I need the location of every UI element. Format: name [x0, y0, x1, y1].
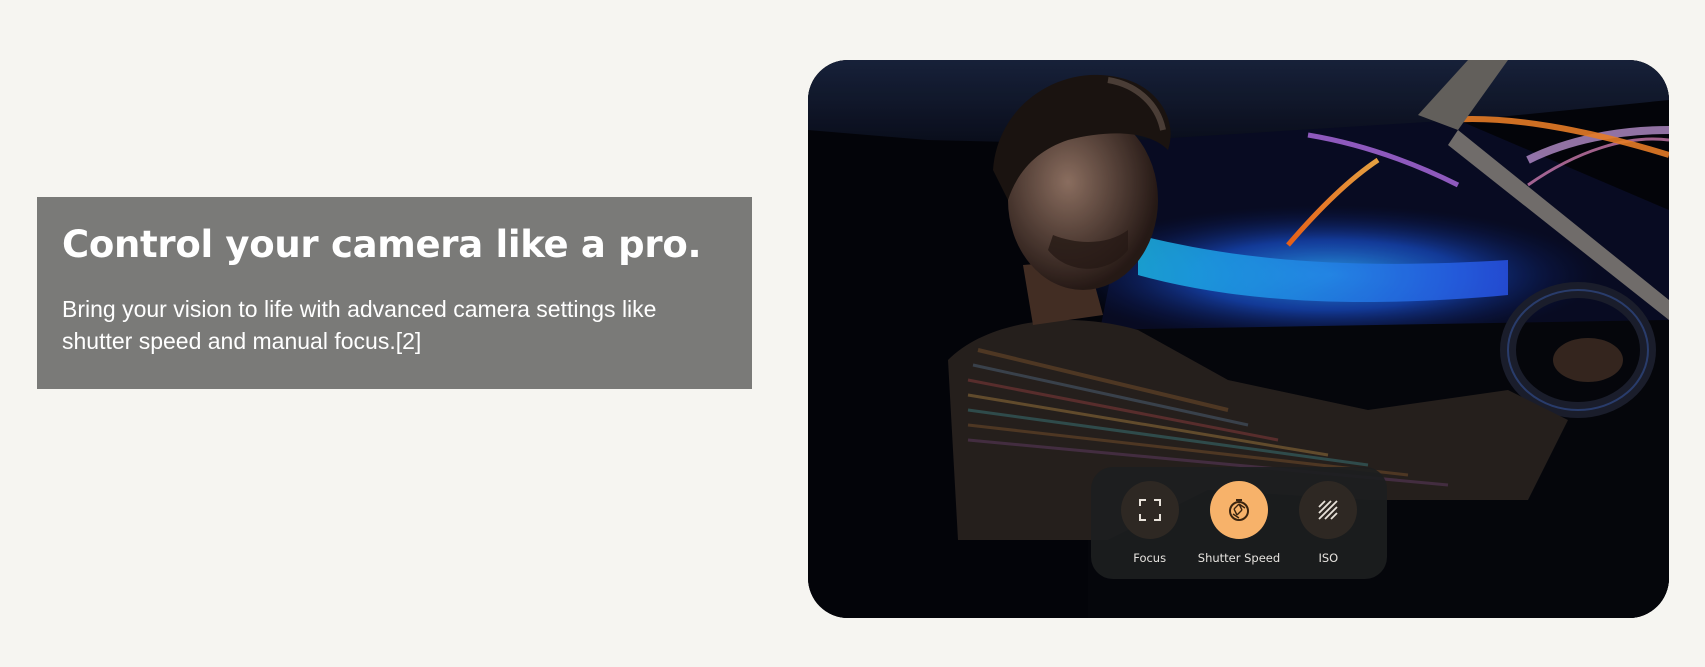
iso-icon	[1318, 500, 1338, 520]
focus-control-button[interactable]	[1120, 481, 1179, 539]
focus-frame-icon	[1138, 499, 1161, 521]
shutter-speed-icon	[1228, 499, 1249, 521]
shutter-speed-control[interactable]: Shutter Speed	[1194, 481, 1283, 565]
iso-control-label: ISO	[1318, 551, 1339, 565]
focus-control-label: Focus	[1133, 551, 1167, 565]
night-driving-photo: Focus Shutter Speed ISO	[808, 60, 1669, 618]
shutter-speed-control-label: Shutter Speed	[1197, 551, 1281, 565]
feature-section: Control your camera like a pro. Bring yo…	[0, 0, 1705, 667]
iso-control-button[interactable]	[1299, 481, 1358, 539]
iso-control[interactable]: ISO	[1284, 481, 1373, 565]
shutter-speed-control-button[interactable]	[1209, 481, 1268, 539]
feature-description: Bring your vision to life with advanced …	[62, 296, 657, 354]
camera-controls-panel: Focus Shutter Speed ISO	[1091, 467, 1387, 579]
feature-title: Control your camera like a pro.	[62, 223, 702, 266]
feature-text-card: Control your camera like a pro. Bring yo…	[37, 197, 752, 389]
focus-control[interactable]: Focus	[1105, 481, 1194, 565]
